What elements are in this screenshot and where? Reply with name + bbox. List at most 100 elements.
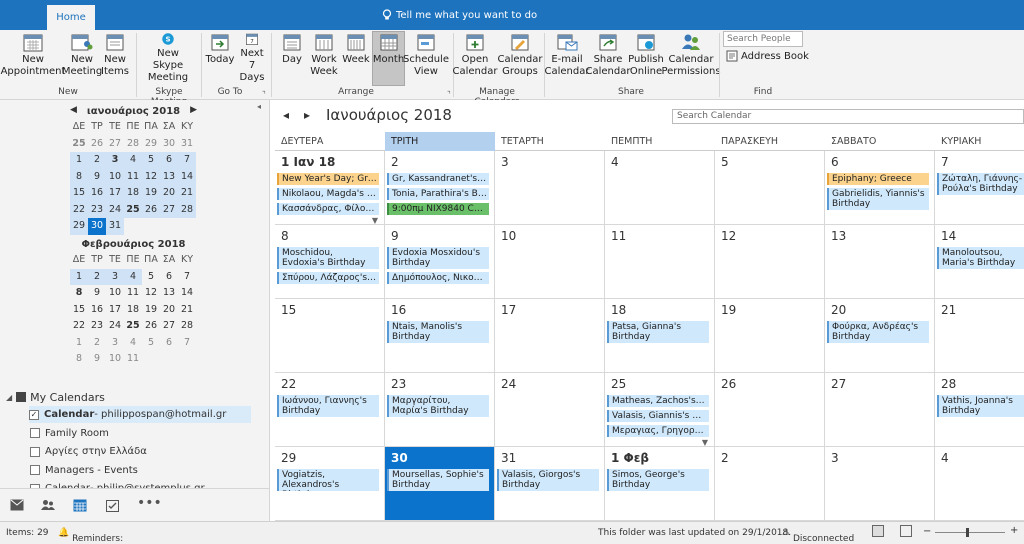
calendar-checkbox[interactable] [30, 465, 40, 475]
mini-day[interactable]: 11 [124, 285, 142, 302]
tell-me-box[interactable]: Tell me what you want to do [382, 9, 537, 21]
zoom-out-icon[interactable]: − [923, 526, 931, 537]
mini-day[interactable]: 24 [106, 201, 124, 218]
mini-day[interactable]: 6 [160, 269, 178, 286]
calendar-event[interactable]: Gr, Kassandranet's Bi... [387, 173, 489, 185]
day-cell[interactable]: 6 Epiphany; Greece Gabrielidis, Yiannis's … [825, 151, 935, 225]
mini-day[interactable]: 6 [160, 335, 178, 352]
mini-day[interactable]: 1 [70, 152, 88, 169]
mini-day[interactable]: 16 [88, 185, 106, 202]
day-cell[interactable]: 20 Φούρκα, Ανδρέας's Birthday [825, 299, 935, 373]
tasks-icon[interactable] [106, 499, 119, 512]
day-cell[interactable]: 1 Φεβ Simos, George's Birthday [605, 447, 715, 521]
calendar-event[interactable]: Vathis, Joanna's Birthday [937, 395, 1024, 417]
mini-day[interactable]: 26 [88, 136, 106, 153]
day-cell[interactable]: 18 Patsa, Gianna's Birthday [605, 299, 715, 373]
mini-day[interactable]: 23 [88, 201, 106, 218]
day-cell[interactable]: 9 Evdoxia Mosxidou's Birthday Δημόπουλος, … [385, 225, 495, 299]
calendar-event[interactable]: Δημόπουλος, Νικος'... [387, 272, 489, 284]
mini-day[interactable]: 5 [142, 269, 160, 286]
next-month-icon[interactable]: ▸ [304, 108, 310, 122]
calendar-checkbox[interactable] [30, 446, 40, 457]
calendar-event[interactable]: Moschidou, Evdoxia's Birthday [277, 247, 379, 269]
zoom-slider-thumb[interactable] [966, 528, 969, 537]
day-cell[interactable]: 28 Vathis, Joanna's Birthday [935, 373, 1024, 447]
day-cell[interactable]: 17 [495, 299, 605, 373]
mini-day[interactable]: 18 [124, 302, 142, 319]
mini-day[interactable]: 31 [106, 218, 124, 235]
mini-day[interactable]: 23 [88, 318, 106, 335]
mini-day[interactable]: 4 [124, 152, 142, 169]
day-cell[interactable]: 30 Moursellas, Sophie's Birthday [385, 447, 495, 521]
mini-day[interactable]: 7 [178, 269, 196, 286]
day-cell[interactable]: 21 [935, 299, 1024, 373]
day-cell[interactable]: 2 [715, 447, 825, 521]
calendar-event[interactable]: Σπύρου, Λάζαρος's Bi... [277, 272, 379, 284]
mini-day[interactable]: 28 [178, 201, 196, 218]
mini-day[interactable]: 2 [88, 335, 106, 352]
day-cell[interactable]: 22 Ιωάννου, Γιαννης's Birthday [275, 373, 385, 447]
collapse-pane-icon[interactable]: ◂ [257, 102, 261, 111]
day-cell[interactable]: 11 [605, 225, 715, 299]
mini-day[interactable]: 25 [124, 318, 142, 335]
mini-day[interactable]: 6 [160, 152, 178, 169]
mini-day[interactable]: 20 [160, 302, 178, 319]
calendar-event[interactable]: Κασσάνδρας, Φίλοι Π... [277, 203, 379, 215]
mini-day[interactable]: 3 [106, 268, 124, 285]
email-calendar-button[interactable]: E-mail Calendar [545, 32, 589, 84]
day-cell[interactable]: 4 [935, 447, 1024, 521]
new-items-button[interactable]: New Items [100, 32, 130, 84]
calendar-list-item[interactable]: Managers - Events [30, 462, 252, 479]
calendar-event[interactable]: Moursellas, Sophie's Birthday [387, 469, 489, 491]
mini-day[interactable]: 26 [142, 201, 160, 218]
mini-day[interactable]: 1 [70, 268, 88, 285]
reading-view-icon[interactable] [900, 525, 912, 537]
day-cell[interactable]: 26 [715, 373, 825, 447]
normal-view-icon[interactable] [872, 525, 884, 537]
day-cell[interactable]: 25 Matheas, Zachos's Bi... Valasis, Gianni… [605, 373, 715, 447]
arrange-launcher-icon[interactable]: ⌝ [447, 90, 451, 99]
schedule-view-button[interactable]: Schedule View [403, 32, 449, 84]
calendar-event[interactable]: Gabrielidis, Yiannis's Birthday [827, 188, 929, 210]
mini-day[interactable]: 21 [178, 185, 196, 202]
calendar-event[interactable]: Evdoxia Mosxidou's Birthday [387, 247, 489, 269]
mini-next-month-icon[interactable]: ▶ [190, 105, 197, 115]
day-cell[interactable]: 5 [715, 151, 825, 225]
mini-day[interactable]: 22 [70, 318, 88, 335]
day-cell[interactable]: 14 Manoloutsou, Maria's Birthday [935, 225, 1024, 299]
mini-day[interactable]: 26 [142, 318, 160, 335]
mini-day[interactable]: 9 [88, 285, 106, 302]
mini-day[interactable]: 14 [178, 285, 196, 302]
day-cell[interactable]: 3 [825, 447, 935, 521]
mini-day[interactable]: 15 [70, 185, 88, 202]
mini-day[interactable]: 25 [70, 136, 88, 153]
mini-day[interactable]: 17 [106, 302, 124, 319]
mini-day[interactable]: 5 [142, 335, 160, 352]
calendar-event[interactable]: Matheas, Zachos's Bi... [607, 395, 709, 407]
mail-icon[interactable] [10, 499, 24, 511]
next-7-days-button[interactable]: 7 Next 7 Days [238, 32, 266, 84]
zoom-in-icon[interactable]: + [1010, 525, 1018, 536]
day-cell[interactable]: 27 [825, 373, 935, 447]
day-cell[interactable]: 24 [495, 373, 605, 447]
mini-day[interactable]: 3 [106, 335, 124, 352]
work-week-view-button[interactable]: Work Week [309, 32, 339, 84]
more-events-icon[interactable]: ▼ [372, 216, 378, 224]
mini-day[interactable]: 30 [88, 218, 106, 235]
expand-triangle-icon[interactable]: ◢ [6, 393, 12, 402]
mini-day[interactable]: 30 [160, 136, 178, 153]
search-calendar-input[interactable]: Search Calendar [672, 109, 1024, 124]
day-cell[interactable]: 1 Ιαν 18 New Year's Day; Gree. Nikolaou, M… [275, 151, 385, 225]
mini-day[interactable]: 2 [88, 152, 106, 169]
mini-day[interactable]: 10 [106, 285, 124, 302]
calendar-event[interactable]: Valasis, Giannis's Bir... [607, 410, 709, 422]
mini-day[interactable]: 2 [88, 268, 106, 285]
calendar-event[interactable]: Manoloutsou, Maria's Birthday [937, 247, 1024, 269]
calendar-checkbox[interactable]: ✓ [29, 409, 39, 420]
calendar-event[interactable]: New Year's Day; Gree. [277, 173, 379, 185]
goto-launcher-icon[interactable]: ⌝ [262, 90, 266, 99]
calendar-event[interactable]: Vogiatzis, Alexandros's Birthday [277, 469, 379, 491]
mini-day[interactable]: 20 [160, 185, 178, 202]
calendar-event[interactable]: Ιωάννου, Γιαννης's Birthday [277, 395, 379, 417]
calendar-list-item[interactable]: Family Room [30, 425, 252, 442]
